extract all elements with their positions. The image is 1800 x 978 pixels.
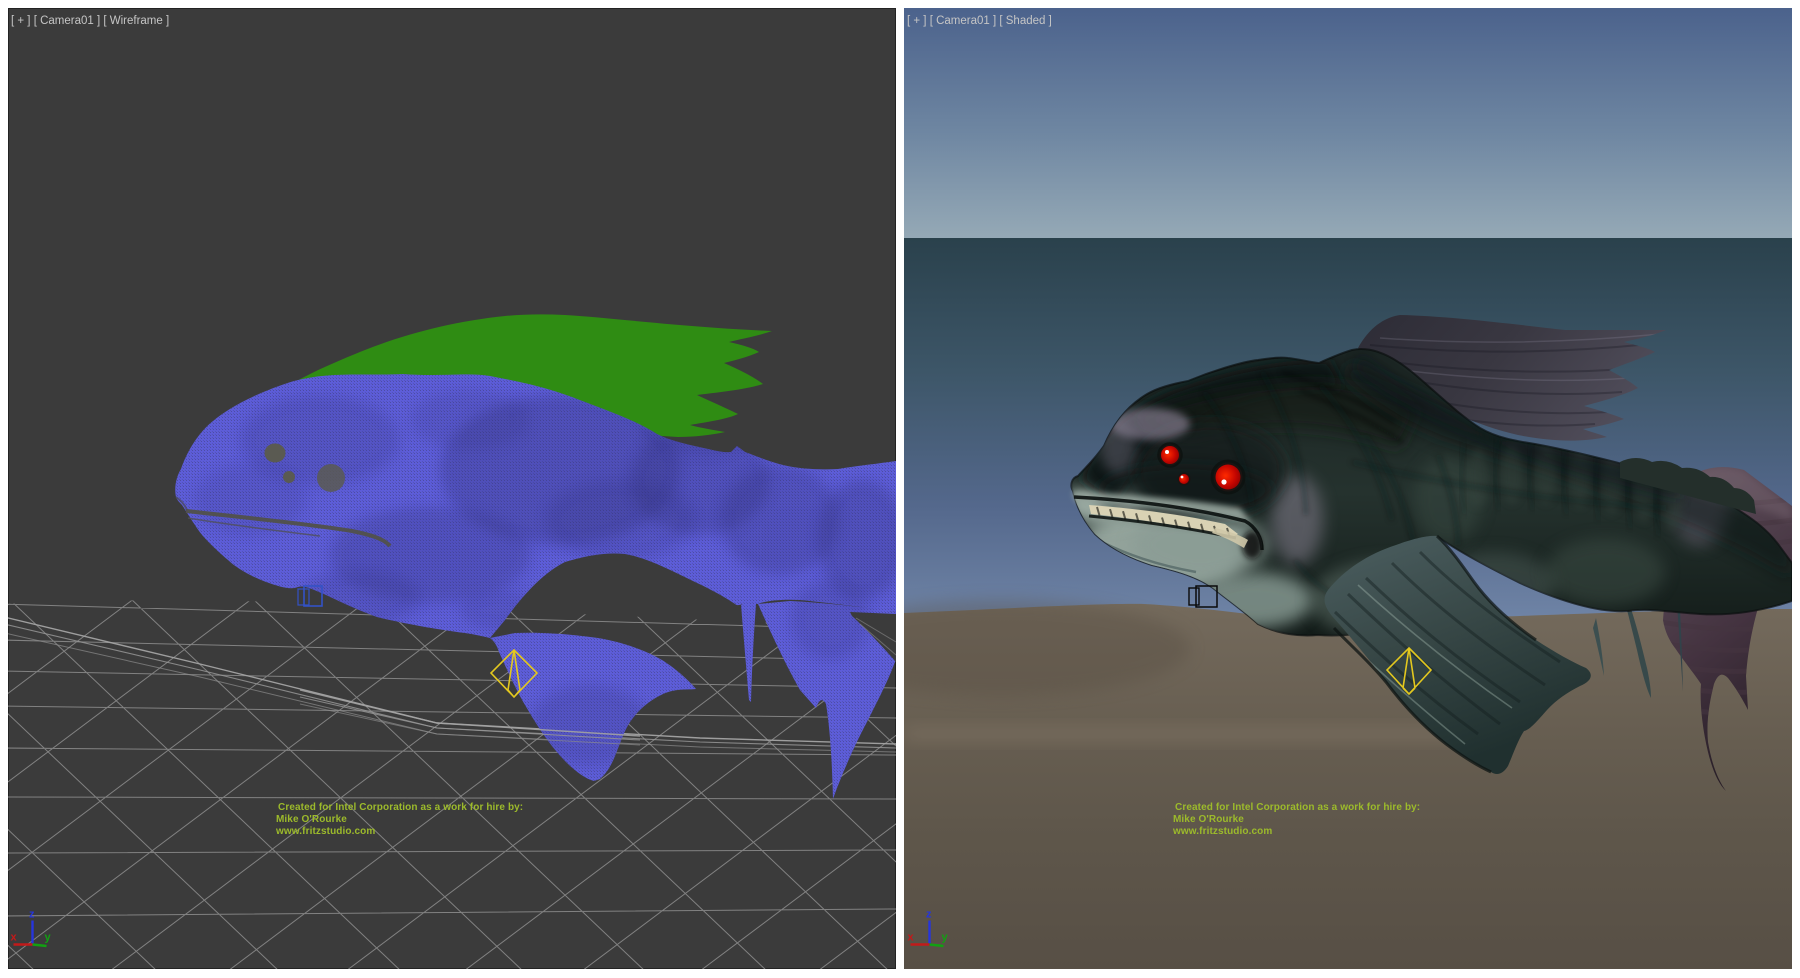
svg-text:[ + ] [ Camera01 ] [ Wireframe: [ + ] [ Camera01 ] [ Wireframe ] [11,15,169,27]
svg-text:[ + ] [ Camera01 ] [ Shaded ]: [ + ] [ Camera01 ] [ Shaded ] [907,15,1052,27]
svg-text:z: z [926,909,932,921]
svg-text:www.fritzstudio.com: www.fritzstudio.com [1172,826,1272,837]
svg-text:Mike O'Rourke: Mike O'Rourke [276,814,347,825]
svg-text:Created for Intel Corporation: Created for Intel Corporation as a work … [278,802,523,813]
svg-text:z: z [29,909,35,921]
svg-text:Created for Intel Corporation: Created for Intel Corporation as a work … [1175,802,1420,813]
svg-text:y: y [45,932,52,944]
svg-text:Mike O'Rourke: Mike O'Rourke [1173,814,1244,825]
svg-text:y: y [942,932,949,944]
svg-text:x: x [908,932,915,944]
svg-text:www.fritzstudio.com: www.fritzstudio.com [275,826,375,837]
svg-text:x: x [11,932,18,944]
